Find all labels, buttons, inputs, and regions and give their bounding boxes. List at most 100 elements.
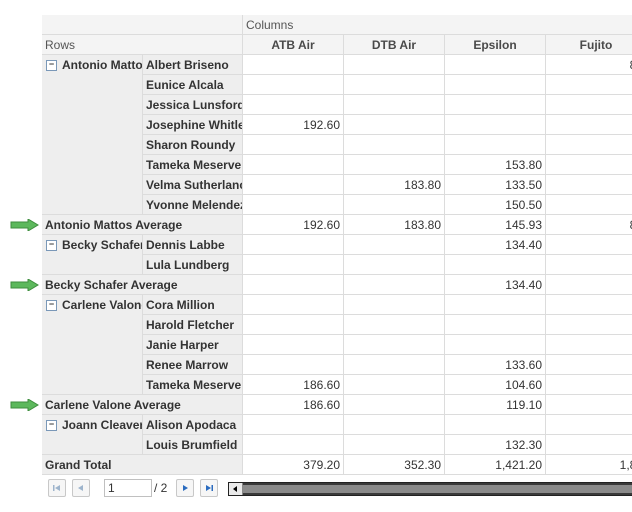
subtotal-cell: 119.10: [445, 395, 546, 415]
scroll-left-button[interactable]: [229, 483, 243, 495]
data-cell: [344, 195, 445, 215]
last-page-icon: [206, 485, 213, 491]
data-cell: [445, 255, 546, 275]
data-cell: 133.50: [445, 175, 546, 195]
data-cell: 192.60: [243, 115, 344, 135]
data-cell: 88: [546, 55, 632, 75]
subtotal-cell: 192.60: [243, 215, 344, 235]
row-label: Velma Sutherlanc: [143, 175, 243, 195]
table-row: Tameka Meserve 186.60 104.60: [42, 375, 632, 395]
prev-page-button[interactable]: [72, 479, 90, 497]
data-cell: [546, 235, 632, 255]
grand-total-label: Grand Total: [42, 455, 243, 475]
data-cell: [546, 75, 632, 95]
data-cell: [344, 335, 445, 355]
data-cell: [445, 415, 546, 435]
data-cell: [546, 415, 632, 435]
row-label: Janie Harper: [143, 335, 243, 355]
data-cell: [546, 355, 632, 375]
data-cell: [546, 175, 632, 195]
data-cell: [243, 255, 344, 275]
data-cell: [243, 175, 344, 195]
table-row: Tameka Meserve 153.80: [42, 155, 632, 175]
data-cell: [546, 295, 632, 315]
data-cell: [344, 295, 445, 315]
data-cell: [243, 75, 344, 95]
subtotal-label: Carlene Valone Average: [42, 395, 243, 415]
table-row: Sharon Roundy: [42, 135, 632, 155]
data-cell: [445, 295, 546, 315]
data-cell: 150.50: [445, 195, 546, 215]
next-page-button[interactable]: [176, 479, 194, 497]
data-cell: [546, 435, 632, 455]
data-cell: 132.30: [445, 435, 546, 455]
column-area-header-row: Columns: [42, 15, 632, 35]
horizontal-scrollbar[interactable]: [228, 482, 632, 496]
first-page-button[interactable]: [48, 479, 66, 497]
data-cell: [445, 55, 546, 75]
data-cell: [445, 75, 546, 95]
subtotal-cell: 183.80: [344, 215, 445, 235]
row-label: Tameka Meserve: [143, 375, 243, 395]
table-row: Dennis Labbe 134.40: [42, 235, 632, 255]
table-row: Harold Fletcher: [42, 315, 632, 335]
row-label: Dennis Labbe: [143, 235, 243, 255]
data-cell: [546, 195, 632, 215]
green-arrow-icon: [10, 279, 39, 291]
data-cell: [546, 95, 632, 115]
data-cell: [344, 55, 445, 75]
data-cell: [243, 55, 344, 75]
subtotal-row: Carlene Valone Average 186.60 119.10: [42, 395, 632, 415]
grand-total-cell: 352.30: [344, 455, 445, 475]
data-cell: [243, 295, 344, 315]
data-cell: 183.80: [344, 175, 445, 195]
subtotal-cell: 145.93: [445, 215, 546, 235]
data-cell: [243, 355, 344, 375]
subtotal-label: Becky Schafer Average: [42, 275, 243, 295]
subtotal-row: Antonio Mattos Average 192.60 183.80 145.93…: [42, 215, 632, 235]
row-label: Lula Lundberg: [143, 255, 243, 275]
subtotal-row: Becky Schafer Average 134.40: [42, 275, 632, 295]
scrollbar-thumb[interactable]: [243, 485, 632, 493]
data-cell: [243, 155, 344, 175]
subtotal-cell: 186.60: [243, 395, 344, 415]
data-cell: 104.60: [445, 375, 546, 395]
data-cell: [344, 115, 445, 135]
data-cell: [344, 375, 445, 395]
column-header[interactable]: ATB Air: [243, 35, 344, 55]
table-row: Louis Brumfield 132.30: [42, 435, 632, 455]
first-page-icon: [53, 485, 60, 491]
data-cell: [546, 155, 632, 175]
data-cell: [344, 235, 445, 255]
green-arrow-icon: [10, 219, 39, 231]
data-cell: [445, 95, 546, 115]
table-row: Cora Million: [42, 295, 632, 315]
subtotal-cell: 88: [546, 215, 632, 235]
last-page-button[interactable]: [200, 479, 218, 497]
grand-total-cell: 1,80: [546, 455, 632, 475]
table-row: Yvonne Melendez 150.50: [42, 195, 632, 215]
table-row: Velma Sutherlanc 183.80 133.50: [42, 175, 632, 195]
pager: 1 / 2: [42, 476, 632, 500]
table-row: Jessica Lunsford: [42, 95, 632, 115]
row-label: Tameka Meserve: [143, 155, 243, 175]
green-arrow-icon: [10, 399, 39, 411]
page-number-input[interactable]: 1: [104, 479, 152, 497]
subtotal-cell: [243, 275, 344, 295]
column-header[interactable]: Fujito: [546, 35, 632, 55]
page-total-label: / 2: [154, 481, 168, 495]
data-cell: [344, 415, 445, 435]
data-cell: [243, 435, 344, 455]
row-label: Eunice Alcala: [143, 75, 243, 95]
data-cell: [546, 335, 632, 355]
subtotal-cell: [344, 275, 445, 295]
next-page-icon: [183, 485, 188, 491]
row-label: Alison Apodaca: [143, 415, 243, 435]
data-cell: [243, 315, 344, 335]
data-cell: [243, 135, 344, 155]
grand-total-row: Grand Total379.20352.301,421.201,80: [42, 455, 632, 475]
column-header[interactable]: Epsilon: [445, 35, 546, 55]
data-cell: [243, 235, 344, 255]
column-header[interactable]: DTB Air: [344, 35, 445, 55]
prev-page-icon: [78, 485, 83, 491]
